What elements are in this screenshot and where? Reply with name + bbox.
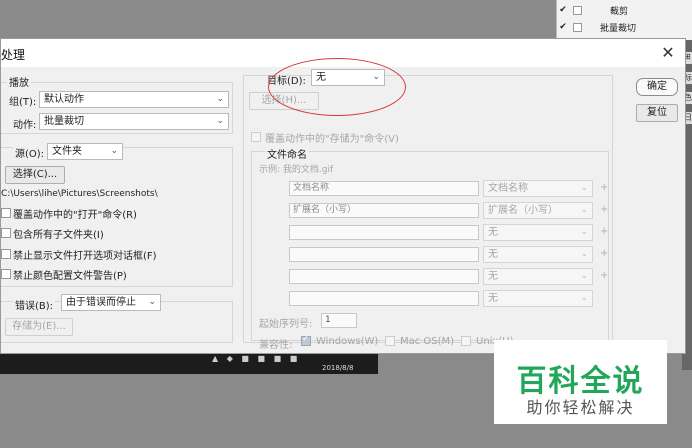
serial-label: 起始序列号: — [259, 319, 313, 330]
layer-label: 批量裁切 — [600, 23, 637, 34]
suppress-open-dialog-checkbox[interactable] — [1, 249, 11, 259]
reset-button[interactable]: 复位 — [636, 104, 678, 122]
naming-select-value: 无 — [488, 249, 498, 260]
naming-input-3[interactable] — [289, 225, 479, 240]
group-label: 组(T): — [9, 97, 37, 108]
play-section-label: 播放 — [7, 74, 31, 89]
watermark: 百科全说 助你轻松解决 — [494, 340, 667, 424]
toggle-box[interactable] — [573, 5, 582, 15]
naming-select-value: 扩展名（小写） — [488, 205, 558, 216]
suppress-color-warning-label: 禁止颜色配置文件警告(P) — [13, 271, 127, 282]
naming-input-1[interactable]: 文档名称 — [289, 181, 479, 196]
naming-select-value: 无 — [488, 293, 498, 304]
visibility-check-icon[interactable]: ✔ — [557, 22, 569, 32]
naming-select-value: 无 — [488, 271, 498, 282]
windows-checkbox[interactable] — [301, 334, 311, 346]
naming-example: 示例: 我的文档.gif — [259, 165, 334, 175]
background-layers-panel: ✔ › 裁剪 ✔ ⌄ 批量裁切 — [556, 0, 692, 40]
add-row-plus-icon[interactable]: + — [600, 270, 608, 281]
naming-input-2[interactable]: 扩展名（小写） — [289, 203, 479, 218]
chevron-down-icon: ⌄ — [148, 297, 156, 307]
source-select-value: 文件夹 — [52, 146, 82, 157]
include-subfolders-checkbox[interactable] — [1, 228, 11, 238]
close-icon[interactable]: ✕ — [657, 42, 679, 64]
errors-label: 错误(B): — [13, 297, 56, 312]
naming-input-6[interactable] — [289, 291, 479, 306]
add-row-plus-icon[interactable]: + — [600, 182, 608, 193]
naming-input-4[interactable] — [289, 247, 479, 262]
watermark-subtitle: 助你轻松解决 — [526, 398, 635, 417]
suppress-open-dialog-label: 禁止显示文件打开选项对话框(F) — [13, 251, 157, 262]
errors-select-value: 由于错误而停止 — [66, 297, 136, 308]
macos-label: Mac OS(M) — [400, 336, 455, 347]
source-label: 源(O): — [13, 145, 47, 160]
source-path: C:\Users\lihe\Pictures\Screenshots\ — [1, 189, 158, 199]
override-open-label: 覆盖动作中的"打开"命令(R) — [13, 210, 137, 221]
annotation-circle — [268, 58, 406, 116]
naming-input-5[interactable] — [289, 269, 479, 284]
chevron-down-icon: ⌄ — [580, 293, 588, 303]
macos-checkbox[interactable] — [385, 336, 395, 346]
visibility-check-icon[interactable]: ✔ — [557, 5, 569, 15]
include-subfolders-label: 包含所有子文件夹(I) — [13, 230, 104, 241]
suppress-color-warning-checkbox[interactable] — [1, 269, 11, 279]
naming-select-6[interactable]: 无 ⌄ — [483, 290, 593, 307]
chevron-down-icon: ⌄ — [216, 116, 224, 126]
action-select[interactable]: 批量裁切 ⌄ — [39, 113, 229, 130]
chevron-down-icon: ⌄ — [580, 183, 588, 193]
toggle-box[interactable] — [573, 22, 582, 32]
chevron-down-icon: ⌄ — [580, 249, 588, 259]
action-select-value: 批量裁切 — [44, 116, 84, 127]
expand-arrow-icon[interactable]: › — [588, 5, 614, 15]
chevron-down-icon: ⌄ — [580, 205, 588, 215]
serial-input[interactable]: 1 — [321, 313, 357, 328]
naming-select-value: 无 — [488, 227, 498, 238]
override-save-checkbox[interactable] — [251, 132, 261, 142]
add-row-plus-icon[interactable]: + — [600, 204, 608, 215]
action-label: 动作: — [13, 120, 37, 131]
group-select-value: 默认动作 — [44, 94, 84, 105]
windows-label: Windows(W) — [316, 336, 379, 347]
file-naming-label: 文件命名 — [265, 146, 309, 161]
add-row-plus-icon[interactable]: + — [600, 226, 608, 237]
override-save-label: 覆盖动作中的"存储为"命令(V) — [265, 134, 399, 145]
naming-select-value: 文档名称 — [488, 183, 528, 194]
source-select[interactable]: 文件夹 ⌄ — [47, 143, 123, 160]
naming-select-2[interactable]: 扩展名（小写） ⌄ — [483, 202, 593, 219]
errors-select[interactable]: 由于错误而停止 ⌄ — [61, 294, 161, 311]
naming-select-4[interactable]: 无 ⌄ — [483, 246, 593, 263]
compat-label: 兼容性: — [259, 340, 293, 351]
add-row-plus-icon[interactable]: + — [600, 248, 608, 259]
chevron-down-icon: ⌄ — [110, 146, 118, 156]
group-select[interactable]: 默认动作 ⌄ — [39, 91, 229, 108]
layer-row-crop[interactable]: ✔ › 裁剪 — [557, 2, 692, 18]
layer-label: 裁剪 — [610, 6, 629, 17]
expand-arrow-icon[interactable]: ⌄ — [588, 22, 608, 32]
naming-select-5[interactable]: 无 ⌄ — [483, 268, 593, 285]
chevron-down-icon: ⌄ — [580, 271, 588, 281]
chevron-down-icon: ⌄ — [216, 94, 224, 104]
chevron-down-icon: ⌄ — [580, 227, 588, 237]
layer-row-batch-crop[interactable]: ✔ ⌄ 批量裁切 — [557, 19, 692, 35]
save-as-button[interactable]: 存储为(E)... — [5, 318, 73, 336]
naming-select-1[interactable]: 文档名称 ⌄ — [483, 180, 593, 197]
ok-button[interactable]: 确定 — [636, 78, 678, 96]
dialog-title: 处理 — [1, 48, 26, 62]
taskbar-icons: ▲ ◆ ■ ■ ■ ■ — [212, 354, 301, 363]
naming-select-3[interactable]: 无 ⌄ — [483, 224, 593, 241]
unix-checkbox[interactable] — [461, 336, 471, 346]
override-open-checkbox[interactable] — [1, 208, 11, 218]
taskbar-date: 2018/8/8 — [322, 364, 354, 372]
choose-source-button[interactable]: 选择(C)... — [5, 166, 65, 184]
